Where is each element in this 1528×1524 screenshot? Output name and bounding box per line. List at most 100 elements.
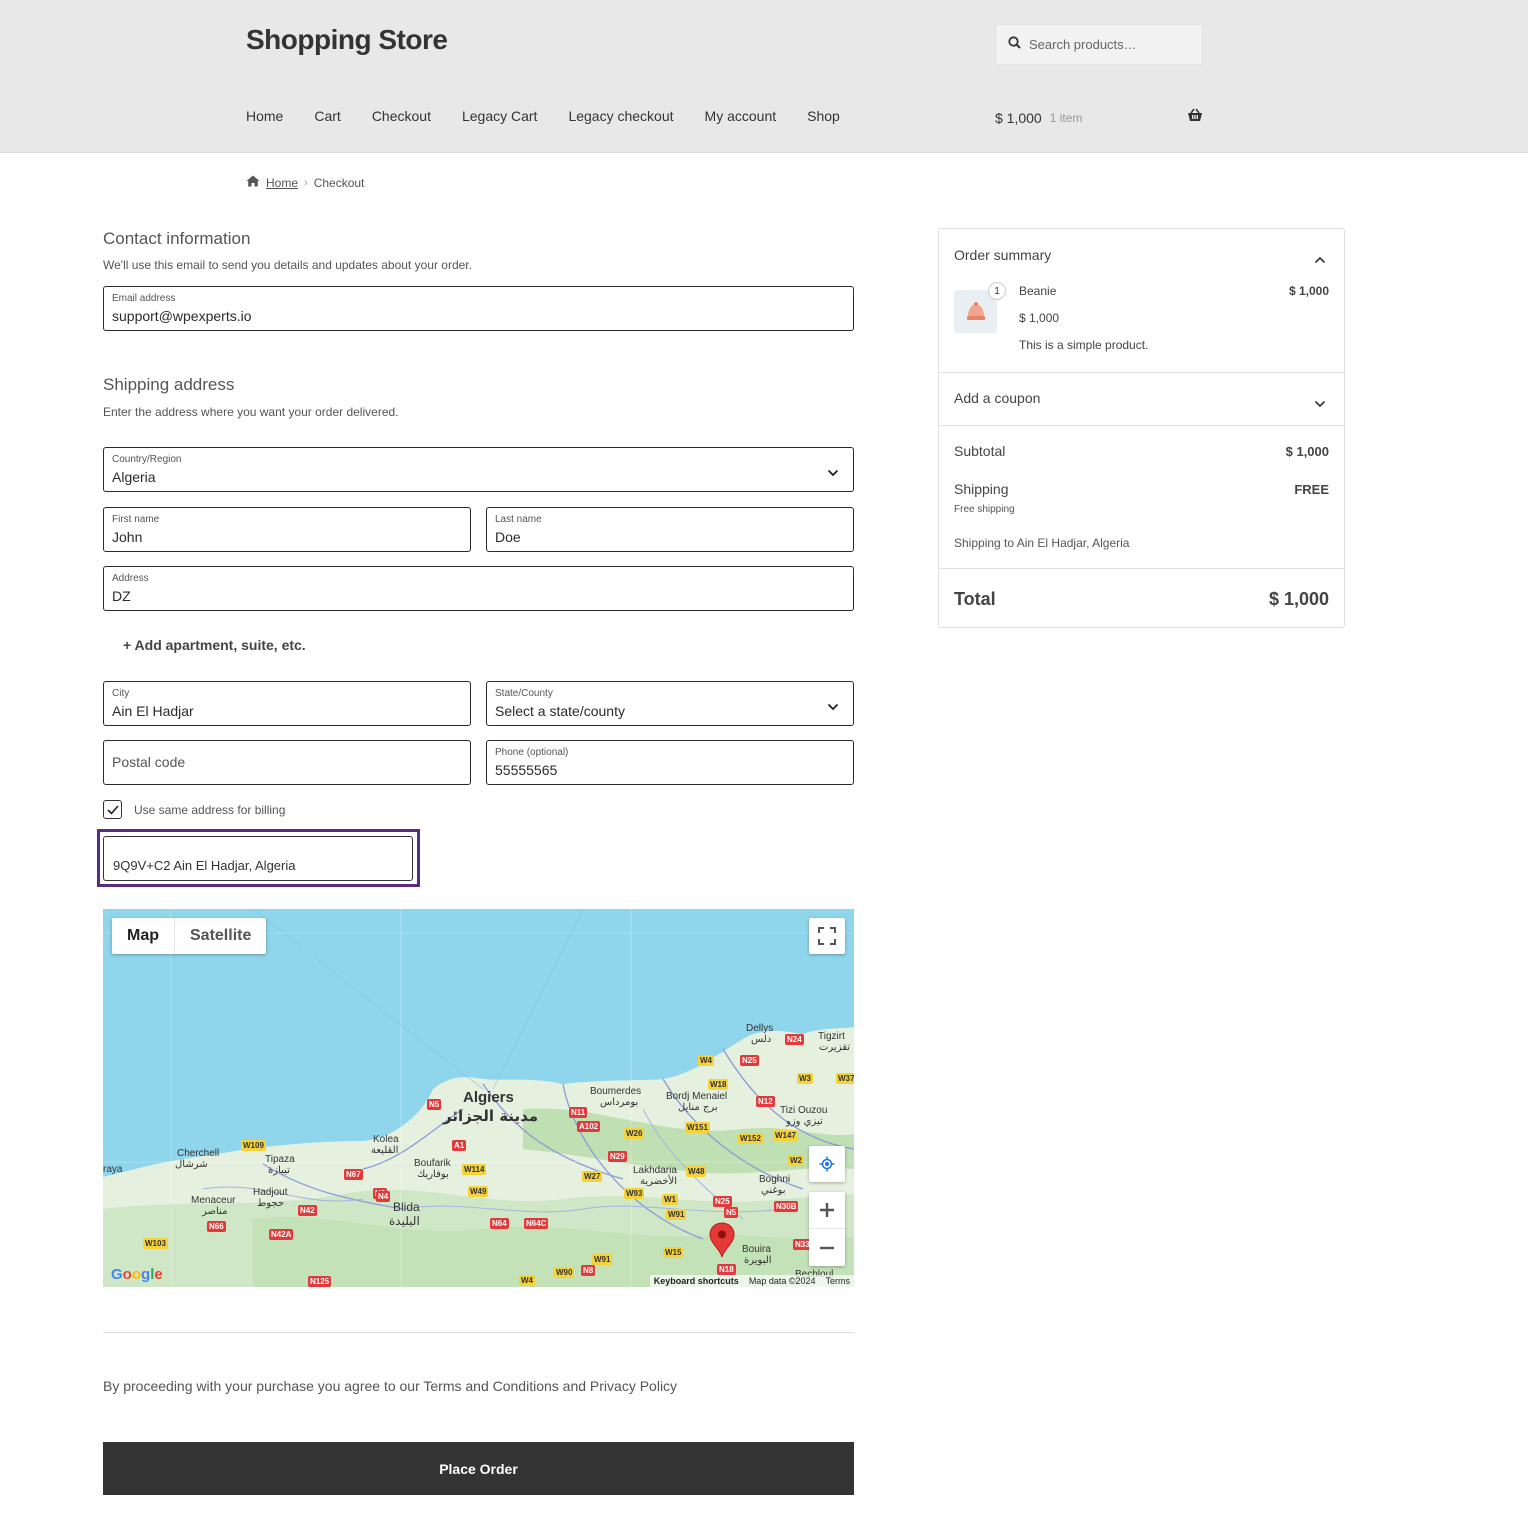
main-nav: Home Cart Checkout Legacy Cart Legacy ch… bbox=[246, 108, 871, 124]
road-shield: W26 bbox=[624, 1128, 645, 1139]
search-input[interactable] bbox=[1029, 37, 1189, 52]
road-shield: W152 bbox=[738, 1133, 763, 1144]
item-description: This is a simple product. bbox=[1019, 338, 1149, 352]
cart-count: 1 item bbox=[1049, 110, 1083, 125]
map[interactable]: Map Satellite Algiers مدينة الجزائر Dell… bbox=[103, 909, 854, 1287]
city-field[interactable]: City Ain El Hadjar bbox=[103, 681, 471, 726]
phone-field[interactable]: Phone (optional) 55555565 bbox=[486, 740, 854, 785]
map-label-boumerdes-ar: بومرداس bbox=[600, 1097, 639, 1108]
quantity-badge: 1 bbox=[988, 282, 1006, 300]
item-price: $ 1,000 bbox=[1019, 311, 1060, 325]
road-shield: W114 bbox=[462, 1164, 487, 1175]
item-total: $ 1,000 bbox=[1288, 284, 1329, 298]
total-value: $ 1,000 bbox=[1268, 589, 1329, 609]
map-marker-icon[interactable] bbox=[709, 1222, 735, 1263]
checkmark-icon bbox=[106, 804, 119, 815]
chevron-down-icon bbox=[827, 464, 839, 482]
road-shield: W15 bbox=[663, 1247, 684, 1258]
map-label-kolea-ar: القليعة bbox=[371, 1145, 399, 1156]
road-shield: W49 bbox=[468, 1186, 489, 1197]
road-shield: N125 bbox=[308, 1276, 332, 1287]
my-location-button[interactable] bbox=[809, 1146, 845, 1182]
city-label: City bbox=[112, 688, 130, 699]
first-name-field[interactable]: First name John bbox=[103, 507, 471, 552]
zoom-in-button[interactable] bbox=[809, 1192, 845, 1229]
road-shield: N24 bbox=[785, 1034, 804, 1045]
order-summary-title[interactable]: Order summary bbox=[954, 247, 1051, 263]
postal-code-field[interactable]: Postal code bbox=[103, 740, 471, 785]
road-shield: N5 bbox=[427, 1099, 442, 1110]
breadcrumb-home[interactable]: Home bbox=[266, 176, 298, 190]
map-label-boufarik: Boufarik bbox=[414, 1158, 451, 1169]
road-shield: W103 bbox=[143, 1238, 168, 1249]
email-field[interactable]: Email address support@wpexperts.io bbox=[103, 286, 854, 331]
breadcrumb: Home › Checkout bbox=[246, 175, 364, 190]
add-coupon-toggle[interactable]: Add a coupon bbox=[954, 390, 1040, 406]
shipping-to: Shipping to Ain El Hadjar, Algeria bbox=[954, 536, 1130, 550]
divider bbox=[939, 425, 1344, 426]
road-shield: W91 bbox=[666, 1209, 687, 1220]
road-shield: W93 bbox=[624, 1188, 645, 1199]
road-shield: N4 bbox=[376, 1191, 391, 1202]
billing-same-checkbox[interactable] bbox=[103, 800, 122, 819]
road-shield: N64C bbox=[524, 1218, 549, 1229]
country-select[interactable]: Country/Region Algeria bbox=[103, 447, 854, 492]
home-icon bbox=[246, 175, 260, 190]
state-select[interactable]: State/County Select a state/county bbox=[486, 681, 854, 726]
address-field[interactable]: Address DZ bbox=[103, 566, 854, 611]
last-name-field[interactable]: Last name Doe bbox=[486, 507, 854, 552]
nav-shop[interactable]: Shop bbox=[807, 108, 840, 124]
nav-cart[interactable]: Cart bbox=[314, 108, 340, 124]
plus-code-field[interactable]: 9Q9V+C2 Ain El Hadjar, Algeria bbox=[103, 836, 413, 881]
map-label-bordj-menaiel: Bordj Menaiel bbox=[666, 1091, 728, 1102]
nav-my-account[interactable]: My account bbox=[705, 108, 777, 124]
chevron-up-icon[interactable] bbox=[1314, 251, 1326, 269]
search-box[interactable] bbox=[995, 24, 1203, 65]
shipping-method: Free shipping bbox=[954, 504, 1015, 515]
billing-same-row[interactable]: Use same address for billing bbox=[103, 800, 285, 819]
map-label-tigzirt-ar: تقزيرت bbox=[819, 1042, 851, 1053]
country-label: Country/Region bbox=[112, 454, 182, 465]
first-name-value: John bbox=[112, 529, 143, 545]
nav-legacy-cart[interactable]: Legacy Cart bbox=[462, 108, 537, 124]
contact-title: Contact information bbox=[103, 229, 251, 248]
fullscreen-button[interactable] bbox=[809, 918, 845, 954]
zoom-out-button[interactable] bbox=[809, 1229, 845, 1266]
road-shield: N29 bbox=[608, 1151, 627, 1162]
add-apartment-link[interactable]: + Add apartment, suite, etc. bbox=[123, 637, 306, 653]
map-label-lakhdaria-ar: الأخضرية bbox=[640, 1176, 677, 1187]
map-label-boufarik-ar: بوفاريك bbox=[417, 1169, 449, 1180]
chevron-down-icon[interactable] bbox=[1314, 395, 1326, 413]
email-label: Email address bbox=[112, 293, 176, 304]
map-label-menaceur: Menaceur bbox=[191, 1195, 236, 1206]
nav-checkout[interactable]: Checkout bbox=[372, 108, 431, 124]
road-shield: W27 bbox=[582, 1171, 603, 1182]
road-shield: W147 bbox=[773, 1130, 798, 1141]
header-cart[interactable]: $ 1,000 1 item bbox=[995, 108, 1203, 127]
address-label: Address bbox=[112, 573, 149, 584]
road-shield: A102 bbox=[577, 1121, 601, 1132]
nav-home[interactable]: Home bbox=[246, 108, 283, 124]
road-shield: N11 bbox=[569, 1107, 588, 1118]
nav-legacy-checkout[interactable]: Legacy checkout bbox=[568, 108, 673, 124]
phone-value: 55555565 bbox=[495, 762, 558, 778]
site-title[interactable]: Shopping Store bbox=[246, 24, 448, 56]
road-shield: W90 bbox=[554, 1267, 575, 1278]
state-value: Select a state/county bbox=[495, 703, 625, 719]
country-value: Algeria bbox=[112, 469, 156, 485]
order-summary: Order summary 1 Beanie $ 1,000 This is a… bbox=[938, 228, 1345, 628]
total-label: Total bbox=[954, 589, 996, 609]
keyboard-shortcuts-link[interactable]: Keyboard shortcuts bbox=[654, 1276, 739, 1286]
map-terms-link[interactable]: Terms bbox=[826, 1276, 851, 1286]
road-shield: W37 bbox=[836, 1073, 854, 1084]
map-type-map-button[interactable]: Map bbox=[112, 918, 175, 954]
map-label-boghni-ar: بوغني bbox=[761, 1185, 786, 1196]
divider bbox=[103, 1332, 854, 1333]
address-value: DZ bbox=[112, 588, 131, 604]
place-order-button[interactable]: Place Order bbox=[103, 1442, 854, 1495]
subtotal-label: Subtotal bbox=[954, 443, 1006, 459]
breadcrumb-current: Checkout bbox=[313, 175, 365, 190]
map-type-satellite-button[interactable]: Satellite bbox=[175, 918, 266, 954]
road-shield: W109 bbox=[241, 1140, 266, 1151]
road-shield: A1 bbox=[452, 1140, 467, 1151]
